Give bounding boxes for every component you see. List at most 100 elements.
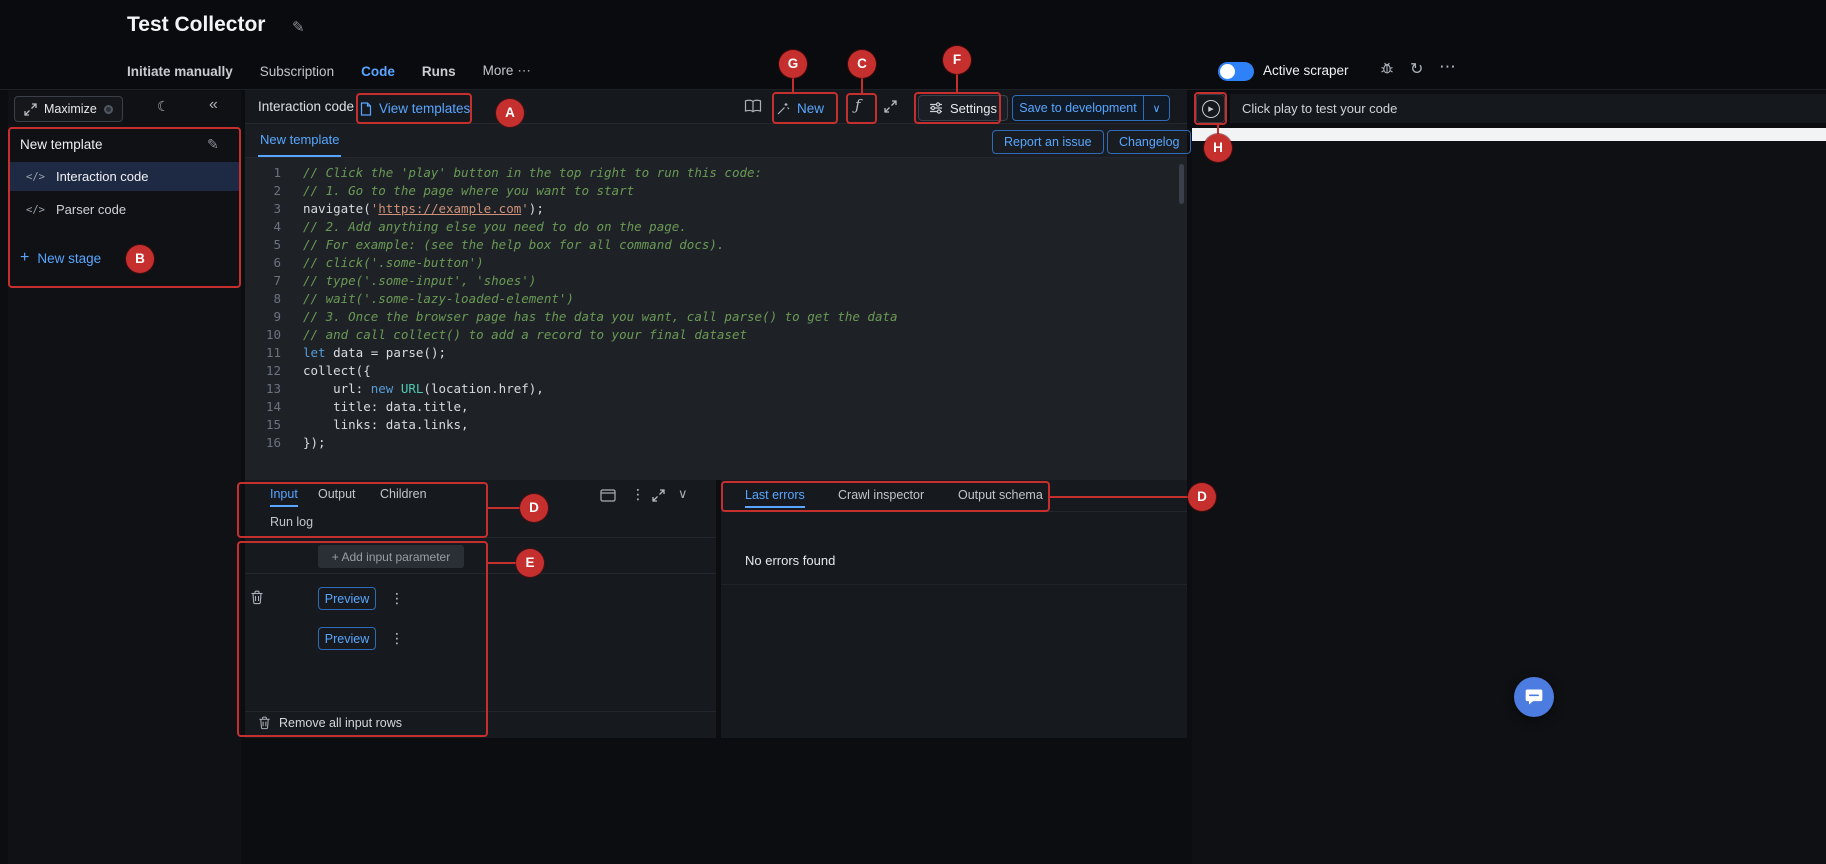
nav-tab-more[interactable]: More ⋯ — [483, 63, 531, 79]
errors-panel — [721, 480, 1187, 738]
run-hint-bar: Click play to test your code — [1230, 94, 1826, 123]
panel-divider — [245, 573, 716, 574]
browser-preview-area — [1192, 141, 1826, 864]
code-lines: 1// Click the 'play' button in the top r… — [245, 164, 1187, 452]
panel-divider — [721, 584, 1187, 585]
preview-button[interactable]: Preview — [318, 627, 376, 650]
new-stage-label: New stage — [37, 250, 102, 266]
play-glyph: ▶ — [1208, 105, 1214, 113]
expand-editor-icon[interactable] — [884, 100, 897, 113]
maximize-label: Maximize — [44, 102, 97, 116]
panel-divider — [245, 537, 716, 538]
edit-template-icon[interactable]: ✎ — [207, 136, 219, 153]
nav-tab-initiate-manually[interactable]: Initiate manually — [127, 64, 233, 79]
panel-collapse-chevron-icon[interactable]: ∨ — [678, 486, 688, 502]
new-stage-button[interactable]: + New stage — [20, 249, 101, 267]
docs-book-icon[interactable] — [744, 99, 762, 113]
save-split-button: Save to development ∨ — [1012, 95, 1170, 121]
history-icon[interactable]: ↻ — [1410, 59, 1423, 79]
code-line: 6// click('.some-button') — [273, 255, 484, 270]
empty-errors-message: No errors found — [745, 553, 836, 568]
editor-panel-title: Interaction code — [258, 99, 355, 114]
code-line: 16}); — [265, 435, 326, 450]
remove-all-input-rows-button[interactable]: Remove all input rows — [258, 716, 402, 730]
code-line: 3 navigate('https://example.com'); — [273, 201, 544, 216]
delete-row-icon[interactable] — [250, 590, 264, 605]
new-template-button[interactable]: New — [776, 96, 824, 121]
panel-expand-icon[interactable] — [652, 489, 665, 502]
tab-output[interactable]: Output — [318, 487, 356, 505]
trash-icon — [259, 716, 270, 730]
code-line: 15 links: data.links, — [265, 417, 469, 432]
preview-button[interactable]: Preview — [318, 587, 376, 610]
nav-more-label: More — [482, 63, 514, 78]
preview-top-strip — [1192, 128, 1826, 141]
panel-divider — [245, 711, 716, 712]
edit-title-icon[interactable]: ✎ — [292, 18, 305, 36]
code-line: 4// 2. Add anything else you need to do … — [273, 219, 687, 234]
code-line: 8// wait('.some-lazy-loaded-element') — [273, 291, 574, 306]
nav-tab-subscription[interactable]: Subscription — [260, 64, 334, 79]
maximize-button[interactable]: Maximize — [14, 96, 123, 122]
collapse-sidebar-icon[interactable]: « — [209, 96, 218, 114]
code-line: 11 let data = parse(); — [265, 345, 446, 360]
settings-label: Settings — [950, 100, 997, 116]
status-dot — [103, 104, 113, 114]
save-dropdown-button[interactable]: ∨ — [1144, 95, 1170, 121]
tab-input[interactable]: Input — [270, 487, 298, 507]
sidebar-item-parser-code[interactable]: </> Parser code — [9, 195, 240, 224]
panel-divider — [721, 511, 1187, 512]
new-button-label: New — [797, 101, 825, 116]
panel-menu-icon[interactable]: ⋮ — [631, 486, 645, 503]
settings-button[interactable]: Settings — [918, 95, 1008, 121]
page-title: Test Collector — [127, 13, 266, 36]
chat-widget-button[interactable] — [1514, 677, 1554, 717]
expand-icon — [24, 102, 37, 116]
nav-tab-code[interactable]: Code — [361, 64, 395, 79]
changelog-button[interactable]: Changelog — [1107, 130, 1192, 154]
row-menu-icon[interactable]: ⋮ — [390, 630, 404, 647]
active-scraper-toggle[interactable] — [1218, 62, 1254, 81]
plus-icon: + — [20, 249, 30, 266]
sidebar-item-label: Parser code — [55, 202, 127, 217]
function-helpers-icon[interactable]: ƒ — [855, 96, 861, 114]
sidebar-item-interaction-code[interactable]: </> Interaction code — [9, 162, 240, 191]
preview-window-icon[interactable] — [600, 489, 616, 502]
code-line: 9// 3. Once the browser page has the dat… — [273, 309, 898, 324]
tab-children[interactable]: Children — [380, 487, 427, 505]
more-ellipsis-icon: ⋯ — [517, 63, 531, 78]
chat-bubble-icon — [1525, 689, 1543, 705]
nav-tab-runs[interactable]: Runs — [422, 64, 456, 79]
add-input-parameter-button[interactable]: + Add input parameter — [318, 545, 464, 568]
sliders-icon — [930, 102, 942, 114]
code-line: 13 url: new URL(location.href), — [265, 381, 544, 396]
editor-scrollbar-thumb[interactable] — [1179, 164, 1184, 204]
report-issue-button[interactable]: Report an issue — [992, 130, 1104, 154]
tab-output-schema[interactable]: Output schema — [958, 488, 1043, 506]
save-to-development-button[interactable]: Save to development — [1012, 95, 1144, 121]
code-line: 2// 1. Go to the page where you want to … — [273, 183, 635, 198]
tab-crawl-inspector[interactable]: Crawl inspector — [838, 488, 924, 506]
wand-icon — [777, 102, 790, 114]
header-nav: Initiate manually Subscription Code Runs… — [127, 59, 531, 83]
code-line: 7// type('.some-input', 'shoes') — [273, 273, 537, 288]
dark-mode-icon[interactable]: ☾ — [157, 98, 170, 115]
tab-run-log[interactable]: Run log — [270, 515, 313, 533]
header-overflow-icon[interactable]: ⋯ — [1439, 57, 1457, 77]
code-editor[interactable]: 1// Click the 'play' button in the top r… — [245, 158, 1187, 480]
code-line: 12 collect({ — [265, 363, 371, 378]
sidebar-item-label: Interaction code — [55, 169, 149, 184]
template-doc-icon — [360, 101, 372, 116]
run-hint-label: Click play to test your code — [1242, 101, 1398, 116]
bug-icon[interactable] — [1379, 60, 1395, 75]
row-menu-icon[interactable]: ⋮ — [390, 590, 404, 607]
editor-tab-new-template[interactable]: New template — [258, 124, 342, 157]
play-icon: ▶ — [1201, 99, 1220, 118]
view-templates-button[interactable]: View templates — [360, 96, 470, 121]
code-line: 10// and call collect() to add a record … — [265, 327, 748, 342]
tab-last-errors[interactable]: Last errors — [745, 488, 805, 508]
template-name: New template — [20, 137, 103, 152]
run-code-button[interactable]: ▶ — [1196, 94, 1225, 123]
code-line: 14 title: data.title, — [265, 399, 469, 414]
active-scraper-label: Active scraper — [1263, 63, 1349, 78]
